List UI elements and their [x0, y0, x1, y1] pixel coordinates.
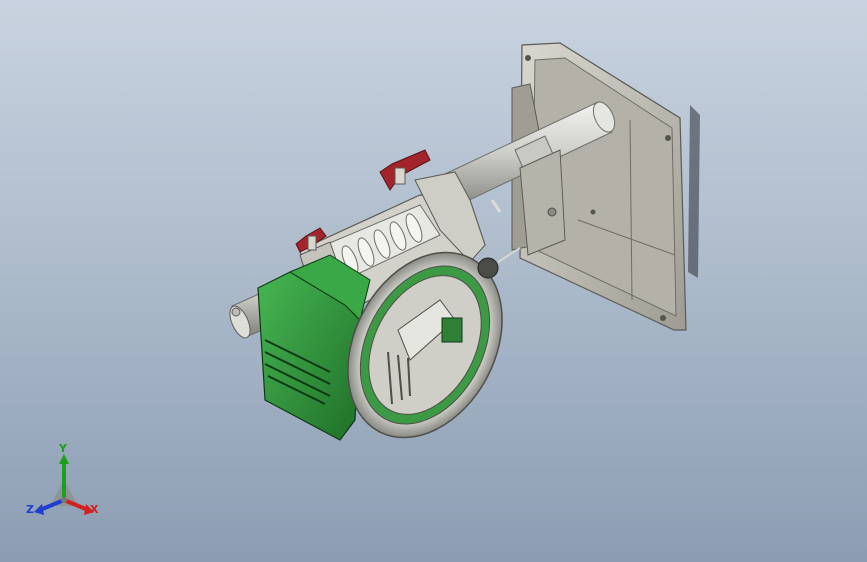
z-axis-label: Z — [26, 503, 34, 516]
cad-model[interactable] — [0, 0, 867, 562]
orientation-triad[interactable]: Y X Z — [26, 442, 106, 528]
cad-viewport[interactable]: Y X Z — [0, 0, 867, 562]
x-axis-label: X — [90, 503, 99, 516]
y-axis-label: Y — [59, 442, 67, 455]
